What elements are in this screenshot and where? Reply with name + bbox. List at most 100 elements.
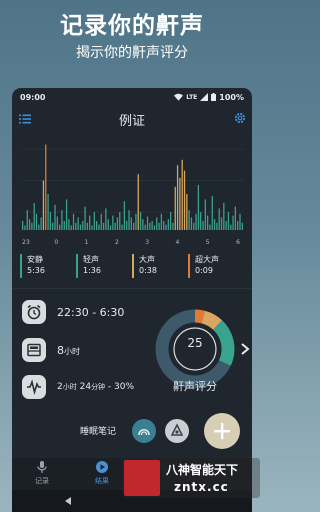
x-tick-label: 3 <box>145 239 149 246</box>
snore-bar <box>40 217 42 230</box>
snore-bar <box>232 215 234 230</box>
watermark-logo <box>124 460 160 496</box>
snore-bar <box>65 199 68 230</box>
add-note-button[interactable] <box>204 413 240 449</box>
snore-bar <box>121 224 123 230</box>
x-tick-label: 1 <box>85 239 89 246</box>
snore-bar <box>75 222 77 230</box>
snore-bar <box>216 222 218 230</box>
settings-gear-icon[interactable] <box>233 111 247 125</box>
sleep-note-snoring-button[interactable] <box>132 419 156 443</box>
snore-bar <box>239 213 241 230</box>
snore-bar <box>179 177 181 230</box>
snore-bar <box>186 194 188 230</box>
section-divider <box>12 288 252 289</box>
nav-results-label: 结果 <box>95 477 109 485</box>
wifi-icon <box>174 93 184 101</box>
snore-bar <box>211 195 213 230</box>
page-title: 例证 <box>118 113 145 129</box>
snore-bar <box>42 180 45 230</box>
legend-item-epic: 超大声 0:09 <box>188 254 219 278</box>
legend-time: 5:36 <box>27 266 45 275</box>
snore-timeline-chart: 23 0 1 2 3 4 5 6 <box>22 144 244 246</box>
snore-bar <box>197 185 200 230</box>
snore-bar <box>45 144 47 230</box>
snore-bar <box>93 212 95 230</box>
snore-bar <box>22 221 24 230</box>
snore-bar <box>38 224 40 230</box>
sleep-note-remedy-button[interactable] <box>165 419 189 443</box>
snore-bar <box>82 221 84 230</box>
back-icon[interactable] <box>64 496 72 506</box>
battery-level: 100% <box>219 92 244 102</box>
remedy-icon <box>170 423 184 436</box>
snore-bar <box>100 213 102 230</box>
legend-label: 轻声 <box>83 255 99 264</box>
microphone-icon <box>37 461 47 473</box>
snore-bar <box>31 222 33 230</box>
snore-bar <box>28 219 31 230</box>
x-tick-label: 4 <box>176 239 180 246</box>
watermark-line1: 八神智能天下 <box>166 463 239 477</box>
promo-title: 记录你的鼾声 <box>60 13 204 39</box>
legend-time: 1:36 <box>83 266 101 275</box>
snore-bar <box>56 216 58 230</box>
status-time: 09:00 <box>20 92 46 102</box>
network-type: LTE <box>186 93 198 101</box>
menu-icon[interactable] <box>18 112 32 126</box>
snore-bar <box>84 206 86 230</box>
sleep-duration: 8小时 <box>57 344 80 357</box>
sleep-notes-label: 睡眠笔记 <box>80 427 117 437</box>
snore-bar <box>102 222 105 230</box>
snore-bar <box>139 212 142 230</box>
app-bar: 例证 <box>12 106 252 132</box>
snore-percent: 30% <box>114 382 135 392</box>
snore-bar <box>174 186 176 230</box>
snore-time-row: 2小时 24分钟 - 30% <box>22 375 134 399</box>
snore-bar <box>230 224 232 230</box>
snore-bar <box>153 225 156 230</box>
snore-hours-unit: 小时 <box>62 383 77 391</box>
snore-bar <box>123 201 126 230</box>
snore-bar <box>165 224 167 230</box>
bed-icon <box>22 338 46 362</box>
nav-record-label: 记录 <box>35 477 49 485</box>
plus-icon <box>214 423 230 439</box>
snore-bar <box>195 213 197 230</box>
snore-bar <box>26 210 28 230</box>
snore-bar <box>218 208 220 230</box>
snore-score-label: 鼾声评分 <box>173 380 217 393</box>
snore-bar <box>133 222 135 230</box>
legend-label: 安静 <box>27 255 43 264</box>
snore-bar <box>114 222 116 230</box>
snore-minutes-unit: 分钟 <box>91 383 106 391</box>
snore-level-legend: 安静 5:36 轻声 1:36 大声 0:38 超大声 0:09 <box>12 254 252 282</box>
snore-time-summary: 2小时 24分钟 - 30% <box>57 382 135 392</box>
status-bar: 09:00 LTE 100% <box>12 88 252 106</box>
nav-record[interactable]: 记录 <box>24 460 60 486</box>
snore-bar <box>107 219 109 230</box>
nav-results[interactable]: 结果 <box>84 460 120 486</box>
snore-bar <box>160 213 163 230</box>
snore-bar <box>213 219 216 230</box>
snore-bar <box>105 208 107 230</box>
chevron-right-icon[interactable] <box>240 342 250 356</box>
snore-bar <box>77 217 79 230</box>
snore-bar <box>112 215 114 230</box>
snore-bar <box>200 212 202 230</box>
snore-bar <box>151 221 153 230</box>
snore-bar <box>241 222 243 230</box>
x-tick-label: 6 <box>236 239 240 246</box>
snore-bar <box>158 222 160 230</box>
snore-bar <box>193 222 195 230</box>
snore-bar <box>63 221 65 230</box>
snore-bar <box>163 221 165 230</box>
snore-bar <box>202 221 204 230</box>
legend-time: 0:09 <box>195 266 213 275</box>
snore-bar <box>181 159 183 230</box>
snore-score-value: 25 <box>187 336 203 350</box>
snore-bar <box>59 224 61 230</box>
snore-bar <box>119 212 121 230</box>
snore-bar <box>225 221 227 230</box>
x-tick-label: 23 <box>22 239 30 246</box>
